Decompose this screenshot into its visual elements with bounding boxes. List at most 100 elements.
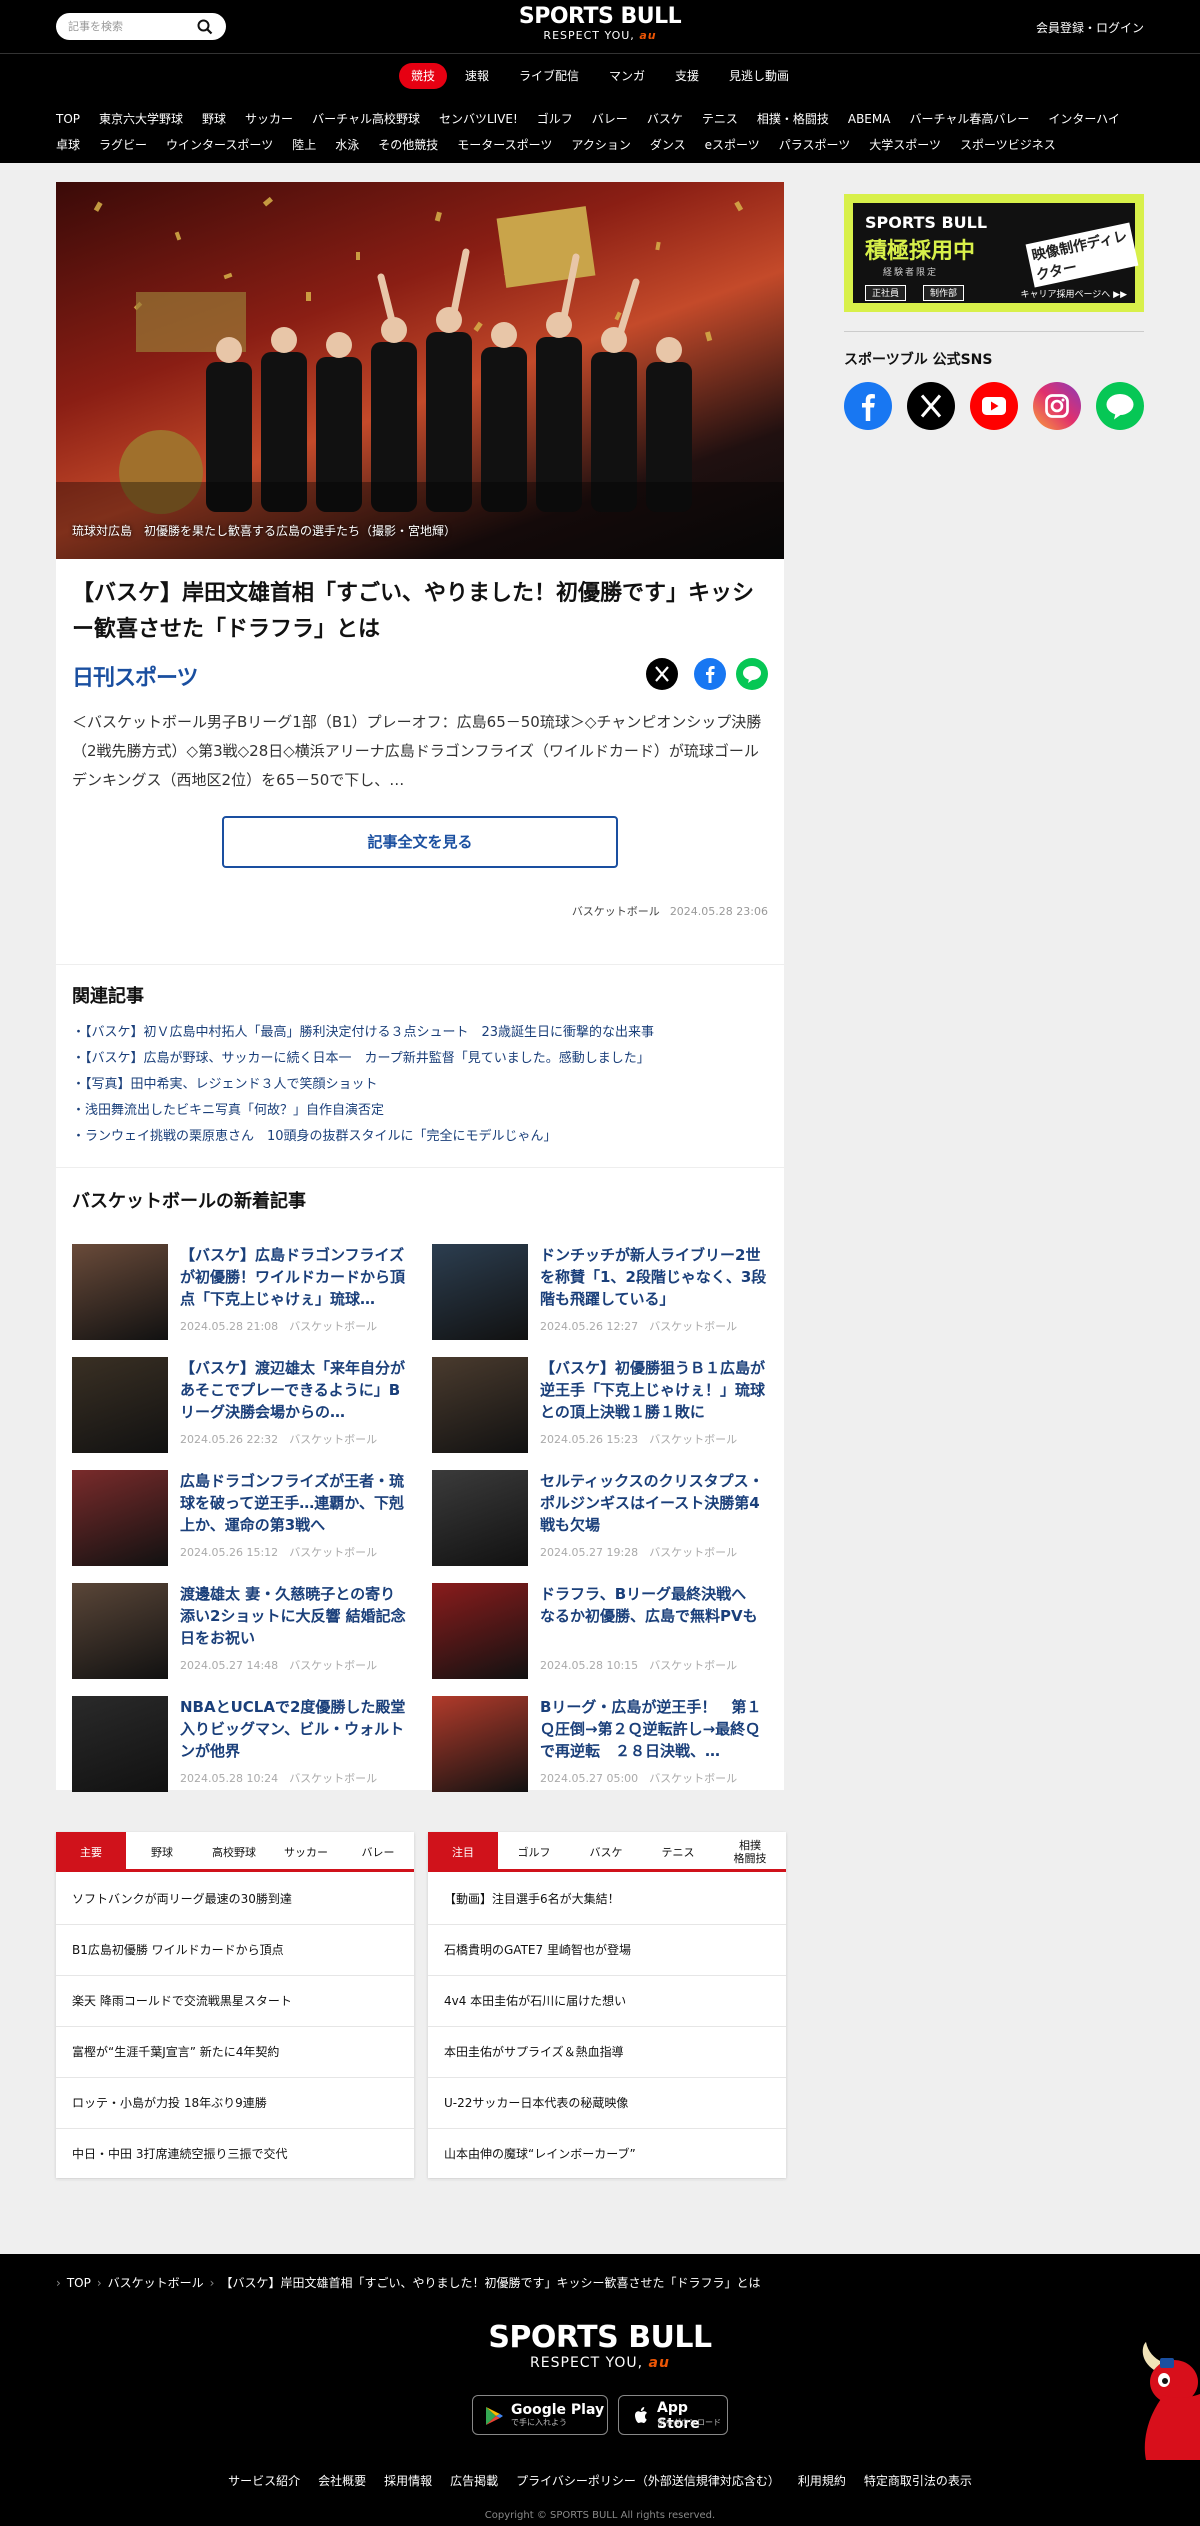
sub-nav-item[interactable]: ABEMA [848,106,891,132]
ranking-item[interactable]: 楽天 降雨コールドで交流戦黒星スタート [56,1976,414,2027]
ranking-item[interactable]: 富樫が“生涯千葉J宣言” 新たに4年契約 [56,2027,414,2078]
footer-link[interactable]: 特定商取引法の表示 [864,2474,972,2488]
recruit-banner[interactable]: SPORTS BULL 積極採用中 経験者限定 映像制作ディレクター 正社員 制… [844,194,1144,312]
youtube-link[interactable] [970,382,1018,430]
footer-logo[interactable]: SPORTS BULL RESPECT YOU, au [440,2322,760,2372]
sub-nav-item[interactable]: 野球 [202,106,226,132]
ranking-item[interactable]: ロッテ・小島が力投 18年ぶり9連勝 [56,2078,414,2129]
sub-nav-item[interactable]: バーチャル春高バレー [909,106,1029,132]
sub-nav-item[interactable]: モータースポーツ [457,132,552,158]
news-item[interactable]: 【バスケ】広島ドラゴンフライズが初優勝！ワイルドカードから頂点「下克上じゃけぇ」… [72,1244,418,1342]
sub-nav-item[interactable]: 水泳 [335,132,359,158]
sub-nav-item[interactable]: 大学スポーツ [869,132,941,158]
news-item[interactable]: セルティックスのクリスタプス・ポルジンギスはイースト決勝第4戦も欠場 2024.0… [432,1470,778,1568]
global-nav-item[interactable]: ライブ配信 [507,63,591,89]
x-link[interactable] [907,382,955,430]
sub-nav-item[interactable]: ウインタースポーツ [166,132,273,158]
sub-nav-item[interactable]: サッカー [245,106,293,132]
ranking-tab[interactable]: サッカー [270,1832,342,1872]
sub-nav-item[interactable]: バレー [592,106,628,132]
footer-link[interactable]: 会社概要 [318,2474,366,2488]
related-link[interactable]: ・【写真】田中希実、レジェンド３人で笑顔ショット [72,1077,378,1092]
related-link[interactable]: ・【バスケ】広島が野球、サッカーに続く日本一 カープ新井監督「見ていました。感動… [72,1051,650,1066]
sub-nav-item[interactable]: ラグビー [99,132,147,158]
article-category[interactable]: バスケットボール [572,905,660,918]
ranking-tab[interactable]: バレー [342,1832,414,1872]
ranking-item[interactable]: 石橋貴明のGATE7 里崎智也が登場 [428,1925,786,1976]
ranking-item[interactable]: 中日・中田 3打席連続空振り三振で交代 [56,2129,414,2180]
google-play-badge[interactable]: で手に入れよう Google Play [472,2395,608,2435]
bull-mascot[interactable] [1134,2340,1200,2460]
sub-nav-item[interactable]: eスポーツ [705,132,760,158]
ranking-tab[interactable]: ゴルフ [498,1832,570,1872]
ranking-item[interactable]: 本田圭佑がサプライズ＆熱血指導 [428,2027,786,2078]
share-x-button[interactable] [646,658,678,690]
ranking-tab[interactable]: 注目 [428,1832,498,1872]
news-item[interactable]: 渡邊雄太 妻・久慈暁子との寄り添い2ショットに大反響 結婚記念日をお祝い 2024… [72,1583,418,1681]
sub-nav-item[interactable]: スポーツビジネス [960,132,1056,158]
ranking-tab[interactable]: テニス [642,1832,714,1872]
global-nav-item[interactable]: 支援 [663,63,711,89]
sub-nav-item[interactable]: バーチャル高校野球 [312,106,420,132]
news-item[interactable]: NBAとUCLAで2度優勝した殿堂入りビッグマン、ビル・ウォルトンが他界 2024… [72,1696,418,1794]
sub-nav-item[interactable]: 東京六大学野球 [99,106,183,132]
login-link[interactable]: 会員登録・ログイン [1036,19,1144,36]
search-input[interactable] [68,18,188,35]
search-icon[interactable] [196,18,214,36]
footer-link[interactable]: プライバシーポリシー（外部送信規律対応含む） [516,2474,780,2488]
sub-nav-item[interactable]: アクション [571,132,630,158]
read-full-article-button[interactable]: 記事全文を見る [222,816,618,868]
site-logo[interactable]: SPORTS BULL RESPECT YOU, au [500,5,700,43]
global-nav-item[interactable]: 見逃し動画 [717,63,801,89]
global-nav-item[interactable]: 競技 [398,63,447,89]
sub-nav-item[interactable]: ゴルフ [537,106,573,132]
sub-nav-item[interactable]: 陸上 [292,132,316,158]
share-facebook-button[interactable] [694,658,726,690]
footer-link[interactable]: 広告掲載 [450,2474,498,2488]
ranking-item[interactable]: ソフトバンクが両リーグ最速の30勝到達 [56,1874,414,1925]
sub-nav-item[interactable]: インターハイ [1048,106,1120,132]
ranking-tab[interactable]: 野球 [126,1832,198,1872]
line-link[interactable] [1096,382,1144,430]
instagram-link[interactable] [1033,382,1081,430]
ranking-item[interactable]: U-22サッカー日本代表の秘蔵映像 [428,2078,786,2129]
ranking-tab[interactable]: バスケ [570,1832,642,1872]
news-item[interactable]: ドラフラ、Bリーグ最終決戦へ なるか初優勝、広島で無料PVも 2024.05.28… [432,1583,778,1681]
news-item[interactable]: 広島ドラゴンフライズが王者・琉球を破って逆王手…連覇か、下剋上か、運命の第3戦へ… [72,1470,418,1568]
ranking-item[interactable]: 山本由伸の魔球“レインボーカーブ” [428,2129,786,2180]
ranking-tab[interactable]: 高校野球 [198,1832,270,1872]
share-line-button[interactable] [736,658,768,690]
related-link[interactable]: ・【バスケ】初Ｖ広島中村拓人「最高」勝利決定付ける３点シュート 23歳誕生日に衝… [72,1025,654,1040]
global-nav-item[interactable]: マンガ [597,63,657,89]
breadcrumb-item[interactable]: バスケットボール [108,2276,204,2290]
app-store-badge[interactable]: App Store からダウンロード [618,2395,728,2435]
sub-nav-item[interactable]: バスケ [647,106,683,132]
related-link[interactable]: ・ランウェイ挑戦の栗原恵さん 10頭身の抜群スタイルに「完全にモデルじゃん」 [72,1129,557,1144]
footer-link[interactable]: 利用規約 [798,2474,846,2488]
source-logo[interactable]: 日刊スポーツ [72,660,199,692]
ranking-tab[interactable]: 相撲 格闘技 [714,1832,786,1872]
footer-link[interactable]: サービス紹介 [228,2474,300,2488]
news-item[interactable]: ドンチッチが新人ライブリー2世を称賛「1、2段階じゃなく、3段階も飛躍している」… [432,1244,778,1342]
news-item[interactable]: 【バスケ】渡辺雄太「来年自分があそこでプレーできるように」Bリーグ決勝会場からの… [72,1357,418,1455]
ranking-item[interactable]: 【動画】注目選手6名が大集結！ [428,1874,786,1925]
sub-nav-item[interactable]: TOP [56,106,80,132]
ranking-item[interactable]: B1広島初優勝 ワイルドカードから頂点 [56,1925,414,1976]
breadcrumb-item[interactable]: TOP [67,2276,91,2290]
news-item[interactable]: 【バスケ】初優勝狙うＢ１広島が逆王手「下克上じゃけぇ！」琉球との頂上決戦１勝１敗… [432,1357,778,1455]
sub-nav-item[interactable]: 卓球 [56,132,80,158]
facebook-link[interactable] [844,382,892,430]
global-nav-item[interactable]: 速報 [453,63,501,89]
sub-nav-item[interactable]: その他競技 [378,132,438,158]
sub-nav-item[interactable]: センバツLIVE! [439,106,518,132]
sub-nav-item[interactable]: ダンス [650,132,686,158]
sub-nav-item[interactable]: パラスポーツ [779,132,851,158]
ranking-tab[interactable]: 主要 [56,1832,126,1872]
sub-nav-item[interactable]: 相撲・格闘技 [757,106,829,132]
related-link[interactable]: ・浅田舞流出したビキニ写真「何故？」自作自演否定 [72,1103,384,1118]
sub-nav-item[interactable]: テニス [702,106,738,132]
footer-link[interactable]: 採用情報 [384,2474,432,2488]
news-item[interactable]: Bリーグ・広島が逆王手！ 第１Ｑ圧倒→第２Ｑ逆転許し→最終Ｑで再逆転 ２８日決戦… [432,1696,778,1794]
ranking-item[interactable]: 4v4 本田圭佑が石川に届けた想い [428,1976,786,2027]
apple-icon [635,2407,647,2423]
